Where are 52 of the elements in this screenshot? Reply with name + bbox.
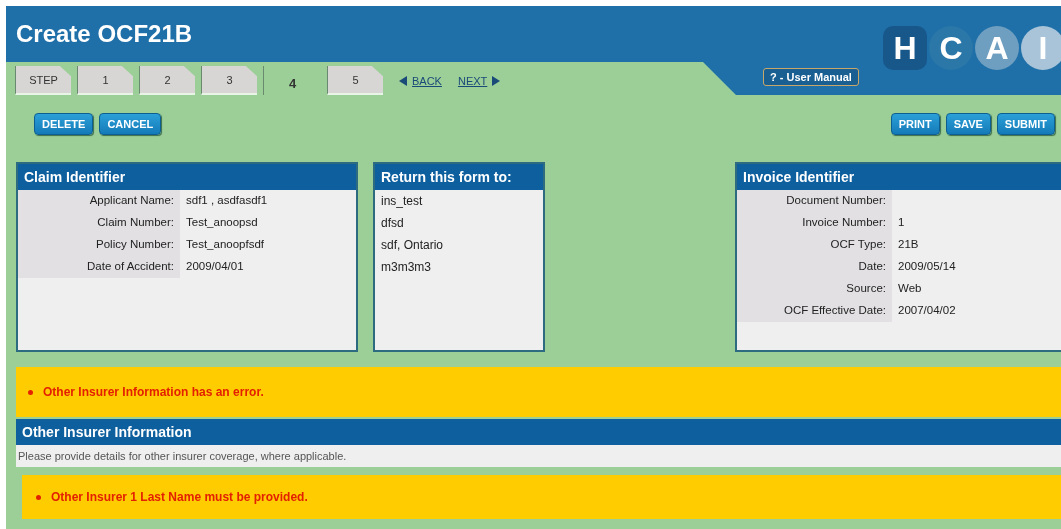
page-title: Create OCF21B (16, 20, 193, 48)
field-label: OCF Type: (737, 234, 892, 256)
left-triangle-icon (399, 75, 407, 86)
step-tab[interactable]: 2 (139, 66, 195, 95)
section-note: Please provide details for other insurer coverage, where applicable. (16, 445, 1061, 467)
field-label: Applicant Name: (18, 190, 180, 212)
field-label: OCF Effective Date: (737, 300, 892, 322)
logo-letter: H (883, 26, 927, 70)
address-line: m3m3m3 (380, 259, 432, 276)
error-message: Other Insurer 1 Last Name must be provided. (51, 490, 308, 504)
back-link[interactable]: BACK (399, 66, 442, 95)
field-value: Test_anoopfsdf (186, 238, 264, 250)
action-button[interactable]: PRINT (890, 113, 940, 135)
field-value: 2009/05/14 (898, 260, 956, 272)
logo-letter: C (929, 26, 973, 70)
address-line: dfsd (380, 215, 405, 232)
action-button[interactable]: CANCEL (99, 113, 162, 135)
field-value: Web (898, 282, 922, 294)
field-label: Source: (737, 278, 892, 300)
panel-header: Return this form to: (375, 164, 543, 190)
field-label: Invoice Number: (737, 212, 892, 234)
right-triangle-icon (492, 75, 501, 86)
field-label: Document Number: (737, 190, 892, 212)
next-link[interactable]: NEXT (457, 66, 501, 95)
panel-header: Claim Identifier (18, 164, 356, 190)
field-value: 1 (898, 216, 905, 228)
error-message: Other Insurer Information has an error. (43, 385, 264, 399)
user-manual-button[interactable]: ? - User Manual (763, 68, 859, 86)
step-tab[interactable]: STEP (15, 66, 71, 95)
action-button[interactable]: SUBMIT (996, 113, 1055, 135)
field-label: Policy Number: (18, 234, 180, 256)
field-value: 21B (898, 238, 919, 250)
field-value: Test_anoopsd (186, 216, 258, 228)
field-label: Claim Number: (18, 212, 180, 234)
field-label: Date of Accident: (18, 256, 180, 278)
address-line: ins_test (380, 193, 424, 210)
field-value: 2007/04/02 (898, 304, 956, 316)
logo-letter: A (975, 26, 1019, 70)
step-tab[interactable]: 1 (77, 66, 133, 95)
step-tab[interactable]: 5 (327, 66, 383, 95)
bullet-icon (36, 494, 41, 500)
address-line: sdf, Ontario (380, 237, 445, 254)
field-value: 2009/04/01 (186, 260, 244, 272)
step-tab[interactable]: 3 (201, 66, 257, 95)
action-button[interactable]: DELETE (34, 113, 94, 135)
bullet-icon (28, 389, 33, 395)
panel-header: Invoice Identifier (737, 164, 1061, 190)
section-header: Other Insurer Information (16, 419, 1061, 445)
field-label: Date: (737, 256, 892, 278)
action-button[interactable]: SAVE (945, 113, 991, 135)
field-value: sdf1 , asdfasdf1 (186, 194, 268, 206)
logo-letter: I (1021, 26, 1061, 70)
